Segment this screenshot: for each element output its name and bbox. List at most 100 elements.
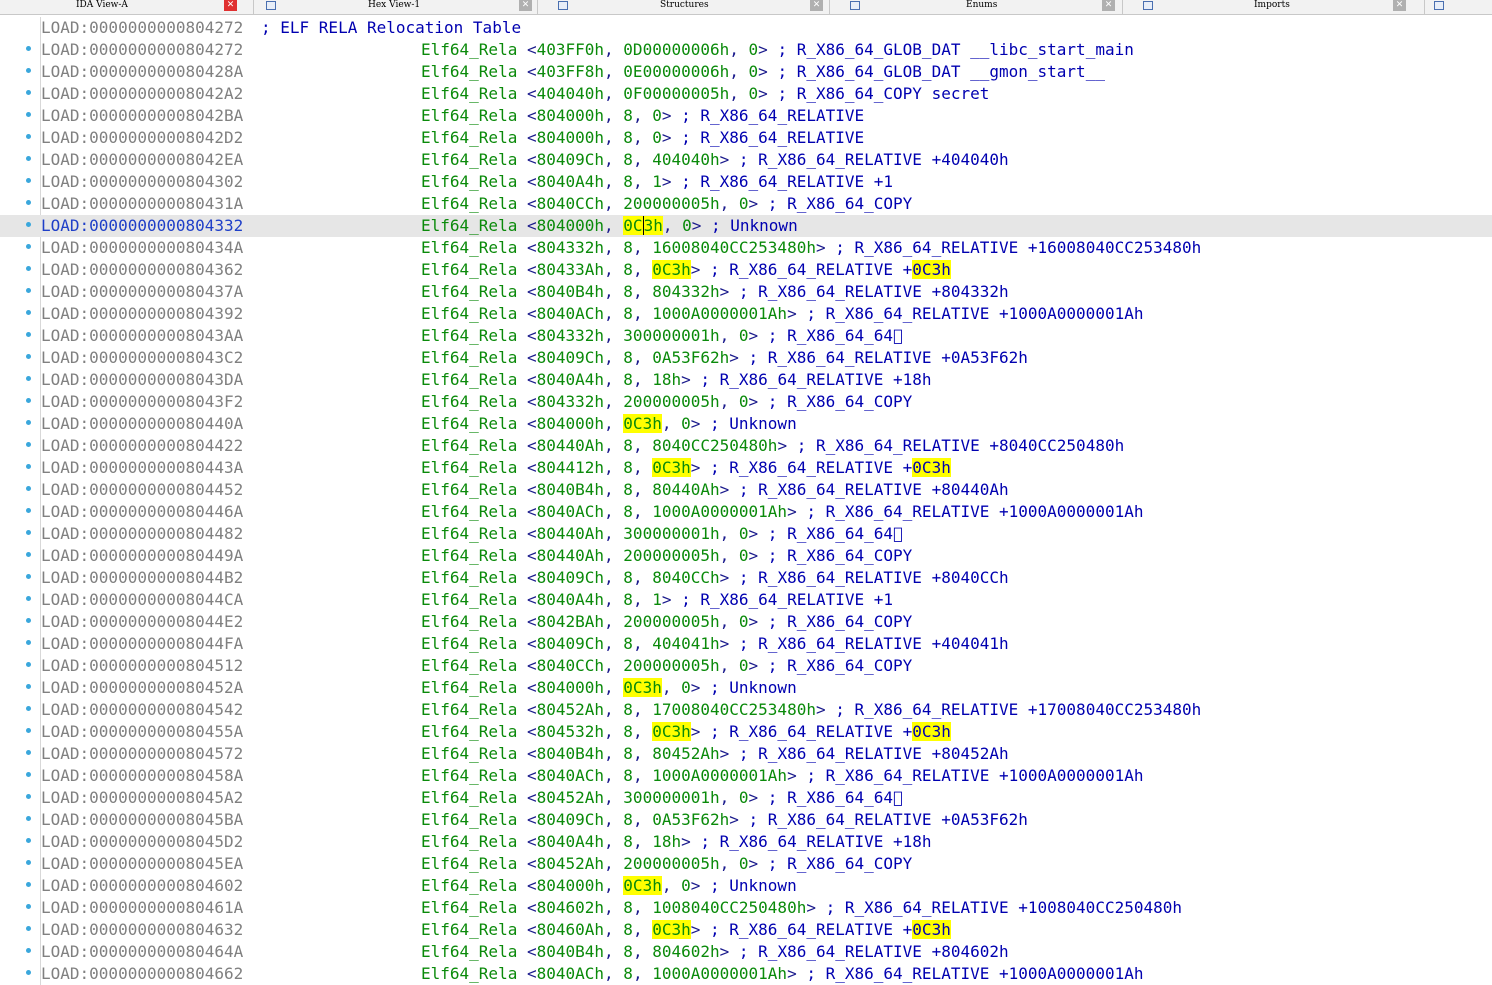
operand[interactable]: 8040CC250480h xyxy=(652,436,777,455)
listing-row[interactable]: LOAD:00000000008043AA Elf64_Rela <804332h… xyxy=(0,325,1492,347)
operand[interactable]: 0C3h xyxy=(623,678,662,697)
listing-row[interactable]: LOAD:000000000080440A Elf64_Rela <804000h… xyxy=(0,413,1492,435)
operand[interactable]: 804332h xyxy=(537,392,604,411)
operand[interactable]: 8040A4h xyxy=(537,832,604,851)
operand[interactable]: 0 xyxy=(681,678,691,697)
address[interactable]: LOAD:000000000080443A xyxy=(41,457,243,479)
operand[interactable]: 8 xyxy=(623,964,633,983)
operand[interactable]: 804332h xyxy=(652,282,719,301)
operand[interactable]: 8 xyxy=(623,128,633,147)
listing-row[interactable]: LOAD:0000000000804512 Elf64_Rela <8040CCh… xyxy=(0,655,1492,677)
close-icon[interactable]: ✕ xyxy=(1102,0,1115,11)
operand[interactable]: 8 xyxy=(623,634,633,653)
struct-type[interactable]: Elf64_Rela xyxy=(421,942,517,961)
operand[interactable]: 403FF8h xyxy=(537,62,604,81)
address[interactable]: LOAD:000000000080437A xyxy=(41,281,243,303)
address[interactable]: LOAD:00000000008042EA xyxy=(41,149,243,171)
struct-type[interactable]: Elf64_Rela xyxy=(421,568,517,587)
operand[interactable]: 8040ACh xyxy=(537,766,604,785)
struct-type[interactable]: Elf64_Rela xyxy=(421,480,517,499)
operand[interactable]: 8040CCh xyxy=(652,568,719,587)
address[interactable]: LOAD:0000000000804632 xyxy=(41,919,243,941)
struct-type[interactable]: Elf64_Rela xyxy=(421,238,517,257)
operand[interactable]: 8040B4h xyxy=(537,282,604,301)
operand[interactable]: 8 xyxy=(623,436,633,455)
operand[interactable]: 8 xyxy=(623,458,633,477)
operand[interactable]: 80409Ch xyxy=(537,150,604,169)
listing-row[interactable]: LOAD:00000000008045D2 Elf64_Rela <8040A4h… xyxy=(0,831,1492,853)
address[interactable]: LOAD:000000000080458A xyxy=(41,765,243,787)
listing-row[interactable]: LOAD:00000000008043C2 Elf64_Rela <80409Ch… xyxy=(0,347,1492,369)
listing-row[interactable]: LOAD:0000000000804362 Elf64_Rela <80433Ah… xyxy=(0,259,1492,281)
listing-row[interactable]: LOAD:00000000008045A2 Elf64_Rela <80452Ah… xyxy=(0,787,1492,809)
listing-row[interactable]: LOAD:00000000008045EA Elf64_Rela <80452Ah… xyxy=(0,853,1492,875)
operand[interactable]: 0 xyxy=(739,392,749,411)
operand[interactable]: 8 xyxy=(623,766,633,785)
operand[interactable]: 804532h xyxy=(537,722,604,741)
operand[interactable]: 804000h xyxy=(537,216,604,235)
struct-type[interactable]: Elf64_Rela xyxy=(421,832,517,851)
struct-type[interactable]: Elf64_Rela xyxy=(421,326,517,345)
operand[interactable]: 1 xyxy=(652,590,662,609)
operand[interactable]: 804602h xyxy=(652,942,719,961)
address[interactable]: LOAD:000000000080446A xyxy=(41,501,243,523)
struct-type[interactable]: Elf64_Rela xyxy=(421,128,517,147)
operand[interactable]: 0 xyxy=(682,216,692,235)
listing-row[interactable]: LOAD:00000000008042EA Elf64_Rela <80409Ch… xyxy=(0,149,1492,171)
operand[interactable]: 404041h xyxy=(652,634,719,653)
address[interactable]: LOAD:0000000000804542 xyxy=(41,699,243,721)
struct-type[interactable]: Elf64_Rela xyxy=(421,964,517,983)
address[interactable]: LOAD:00000000008044CA xyxy=(41,589,243,611)
operand[interactable]: 80440Ah xyxy=(537,524,604,543)
listing-row[interactable]: LOAD:00000000008042D2 Elf64_Rela <804000h… xyxy=(0,127,1492,149)
address[interactable]: LOAD:0000000000804362 xyxy=(41,259,243,281)
operand[interactable]: 0 xyxy=(739,612,749,631)
operand[interactable]: 1000A0000001Ah xyxy=(652,766,787,785)
operand[interactable]: 804000h xyxy=(537,414,604,433)
listing-row[interactable]: LOAD:00000000008044E2 Elf64_Rela <8042BAh… xyxy=(0,611,1492,633)
operand[interactable]: 200000005h xyxy=(623,656,719,675)
operand[interactable]: 0 xyxy=(681,876,691,895)
listing-row[interactable]: LOAD:00000000008044B2 Elf64_Rela <80409Ch… xyxy=(0,567,1492,589)
operand[interactable]: 300000001h xyxy=(623,326,719,345)
struct-type[interactable]: Elf64_Rela xyxy=(421,876,517,895)
listing-row[interactable]: LOAD:0000000000804332 Elf64_Rela <804000h… xyxy=(0,215,1492,237)
listing-row[interactable]: LOAD:000000000080449A Elf64_Rela <80440Ah… xyxy=(0,545,1492,567)
listing-row[interactable]: LOAD:000000000080437A Elf64_Rela <8040B4h… xyxy=(0,281,1492,303)
listing-row[interactable]: LOAD:000000000080428A Elf64_Rela <403FF8h… xyxy=(0,61,1492,83)
listing-row[interactable]: LOAD:0000000000804392 Elf64_Rela <8040ACh… xyxy=(0,303,1492,325)
operand[interactable]: 8 xyxy=(623,348,633,367)
address[interactable]: LOAD:0000000000804512 xyxy=(41,655,243,677)
operand[interactable]: 8 xyxy=(623,568,633,587)
listing-row[interactable]: LOAD:0000000000804272 Elf64_Rela <403FF0h… xyxy=(0,39,1492,61)
operand[interactable]: 8 xyxy=(623,304,633,323)
operand[interactable]: 804000h xyxy=(537,128,604,147)
listing-row[interactable]: LOAD:000000000080443A Elf64_Rela <804412h… xyxy=(0,457,1492,479)
operand[interactable]: 300000001h xyxy=(623,524,719,543)
address[interactable]: LOAD:000000000080431A xyxy=(41,193,243,215)
close-icon[interactable]: ✕ xyxy=(810,0,823,11)
operand[interactable]: 1008040CC250480h xyxy=(652,898,806,917)
operand[interactable]: 8040B4h xyxy=(537,942,604,961)
operand[interactable]: 80452Ah xyxy=(537,854,604,873)
address[interactable]: LOAD:000000000080464A xyxy=(41,941,243,963)
operand[interactable]: 0C3h xyxy=(652,260,691,279)
operand[interactable]: 80409Ch xyxy=(537,810,604,829)
operand[interactable]: 80460Ah xyxy=(537,920,604,939)
struct-type[interactable]: Elf64_Rela xyxy=(421,612,517,631)
operand[interactable]: 8 xyxy=(623,810,633,829)
struct-type[interactable]: Elf64_Rela xyxy=(421,414,517,433)
address[interactable]: LOAD:00000000008042D2 xyxy=(41,127,243,149)
operand[interactable]: 200000005h xyxy=(623,612,719,631)
address[interactable]: LOAD:0000000000804392 xyxy=(41,303,243,325)
address[interactable]: LOAD:000000000080452A xyxy=(41,677,243,699)
operand[interactable]: 8 xyxy=(623,898,633,917)
listing-row[interactable]: LOAD:000000000080461A Elf64_Rela <804602h… xyxy=(0,897,1492,919)
address[interactable]: LOAD:000000000080461A xyxy=(41,897,243,919)
operand[interactable]: 8 xyxy=(623,832,633,851)
address[interactable]: LOAD:000000000080434A xyxy=(41,237,243,259)
operand[interactable]: 1000A0000001Ah xyxy=(652,304,787,323)
operand[interactable]: 8040A4h xyxy=(537,370,604,389)
listing-row[interactable]: LOAD:00000000008044CA Elf64_Rela <8040A4h… xyxy=(0,589,1492,611)
address[interactable]: LOAD:0000000000804272 xyxy=(41,39,243,61)
